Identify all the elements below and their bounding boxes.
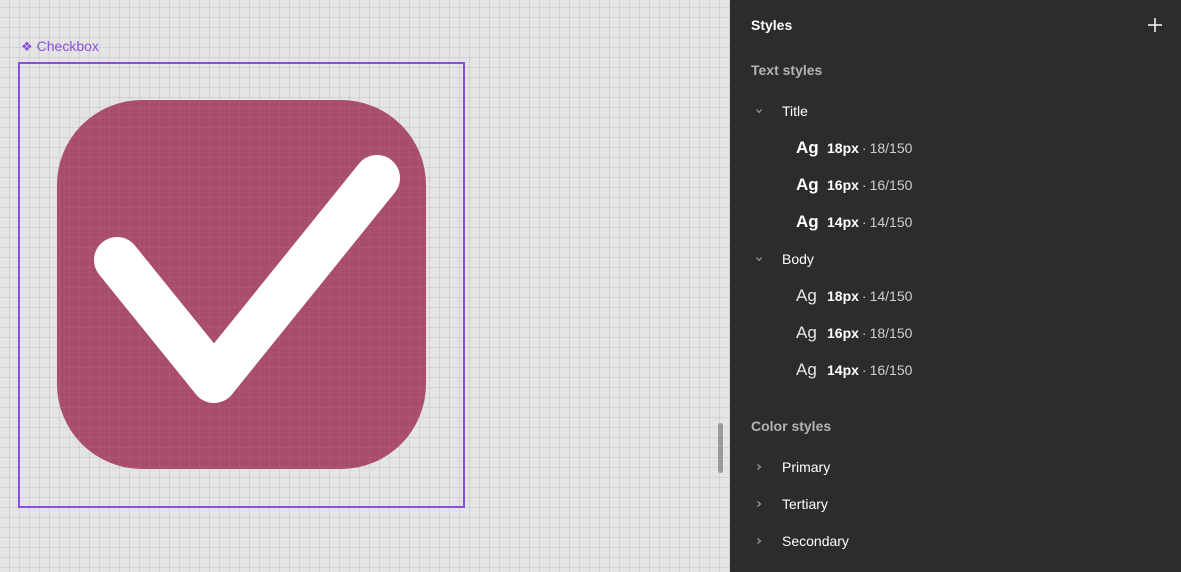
- color-group-label: Primary: [782, 459, 831, 475]
- chevron-right-icon: [754, 462, 782, 472]
- component-diamond-icon: ❖: [21, 38, 33, 54]
- text-style-sample: Ag: [796, 286, 817, 305]
- chevron-down-icon: [754, 253, 782, 265]
- text-style-size: 18px: [827, 288, 859, 304]
- text-style-sample: Ag: [796, 175, 819, 194]
- text-style-item[interactable]: Ag 18px · 14/150: [796, 286, 912, 306]
- color-group-label: Tertiary: [782, 496, 828, 512]
- text-style-size: 16px: [827, 177, 859, 193]
- text-style-size: 14px: [827, 362, 859, 378]
- separator-dot: ·: [861, 325, 867, 341]
- checkbox-icon[interactable]: [57, 100, 426, 469]
- color-group-label: Secondary: [782, 533, 849, 549]
- text-style-item[interactable]: Ag 14px · 16/150: [796, 360, 912, 380]
- panel-title: Styles: [751, 17, 793, 33]
- separator-dot: ·: [861, 288, 867, 304]
- chevron-right-icon: [754, 499, 782, 509]
- text-styles-heading: Text styles: [751, 62, 823, 78]
- text-group-title[interactable]: Title: [754, 101, 808, 121]
- text-style-item[interactable]: Ag 16px · 18/150: [796, 323, 912, 343]
- text-style-sample: Ag: [796, 138, 819, 157]
- text-style-line-height: 14/150: [869, 288, 913, 304]
- separator-dot: ·: [861, 140, 867, 156]
- chevron-right-icon: [754, 536, 782, 546]
- color-group-tertiary[interactable]: Tertiary: [754, 494, 828, 514]
- design-canvas[interactable]: ❖ Checkbox: [0, 0, 730, 572]
- separator-dot: ·: [861, 177, 867, 193]
- component-name: Checkbox: [36, 38, 99, 54]
- color-styles-heading: Color styles: [751, 418, 832, 434]
- text-style-item[interactable]: Ag 16px · 16/150: [796, 175, 912, 195]
- text-style-line-height: 18/150: [869, 325, 913, 341]
- text-style-line-height: 16/150: [869, 362, 913, 378]
- text-style-size: 14px: [827, 214, 859, 230]
- text-group-label: Body: [782, 251, 814, 267]
- vertical-scrollbar[interactable]: [718, 423, 723, 473]
- separator-dot: ·: [861, 214, 867, 230]
- text-style-line-height: 14/150: [869, 214, 913, 230]
- chevron-down-icon: [754, 105, 782, 117]
- separator-dot: ·: [861, 362, 867, 378]
- plus-icon[interactable]: [1145, 15, 1165, 35]
- text-style-line-height: 16/150: [869, 177, 913, 193]
- text-style-sample: Ag: [796, 212, 819, 231]
- text-group-label: Title: [782, 103, 808, 119]
- color-group-primary[interactable]: Primary: [754, 457, 830, 477]
- text-style-item[interactable]: Ag 14px · 14/150: [796, 212, 912, 232]
- component-label[interactable]: ❖ Checkbox: [21, 38, 99, 54]
- color-group-secondary[interactable]: Secondary: [754, 531, 849, 551]
- text-style-sample: Ag: [796, 360, 817, 379]
- text-style-size: 18px: [827, 140, 859, 156]
- text-style-sample: Ag: [796, 323, 817, 342]
- text-style-line-height: 18/150: [869, 140, 913, 156]
- text-style-item[interactable]: Ag 18px · 18/150: [796, 138, 912, 158]
- styles-panel: Styles Text styles Title Ag 18px · 18/15…: [730, 0, 1181, 572]
- text-style-size: 16px: [827, 325, 859, 341]
- text-group-body[interactable]: Body: [754, 249, 814, 269]
